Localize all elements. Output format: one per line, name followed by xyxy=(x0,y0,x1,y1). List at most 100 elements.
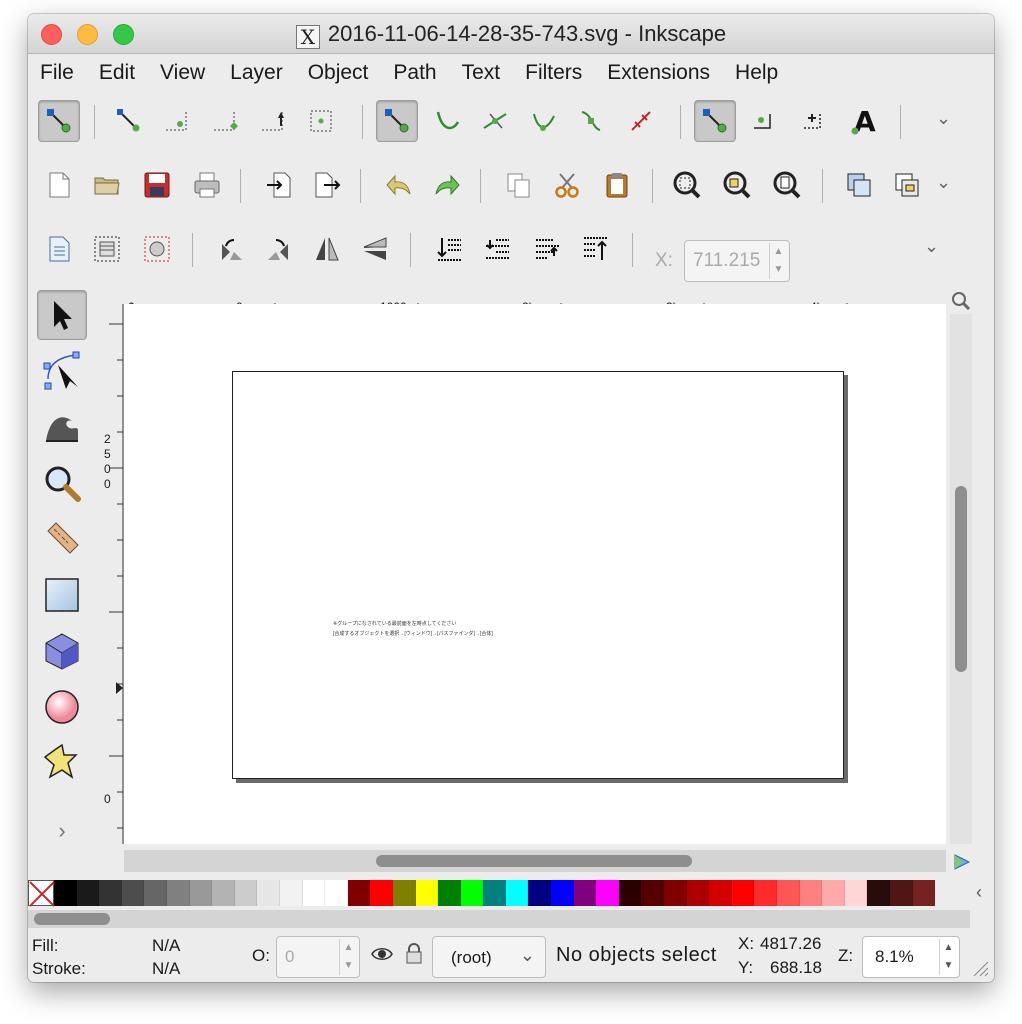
select-all-button[interactable] xyxy=(38,228,80,270)
color-swatch[interactable] xyxy=(166,880,190,906)
snap-others-button[interactable] xyxy=(694,100,736,142)
paste-button[interactable] xyxy=(596,164,638,206)
color-swatch[interactable] xyxy=(347,880,371,906)
color-swatch[interactable] xyxy=(54,880,77,906)
snap-smooth-nodes-button[interactable] xyxy=(570,100,612,142)
stroke-value[interactable]: N/A xyxy=(152,959,180,979)
snap-enable-button[interactable] xyxy=(38,100,80,142)
print-document-button[interactable] xyxy=(186,164,228,206)
color-swatch[interactable] xyxy=(618,880,642,906)
canvas-text-line[interactable]: ※グループになされている最前面を左時点してください xyxy=(333,620,456,627)
zoom-spinner[interactable]: ▲ ▼ xyxy=(939,939,957,975)
color-swatch[interactable] xyxy=(325,880,348,906)
canvas-text-line[interactable]: [合成するオブジェクトを選択→[ウィンドウ]→[パスファインダ]→[合体] xyxy=(333,630,493,637)
snap-bbox-corner-button[interactable] xyxy=(204,100,246,142)
color-swatch[interactable] xyxy=(709,880,732,906)
rotate-ccw-button[interactable] xyxy=(210,228,252,270)
color-swatch[interactable] xyxy=(189,880,213,906)
clone-button[interactable] xyxy=(886,164,928,206)
open-document-button[interactable] xyxy=(86,164,128,206)
select-all-layers-button[interactable] xyxy=(86,228,128,270)
horizontal-scrollbar[interactable] xyxy=(124,850,946,872)
color-swatch[interactable] xyxy=(867,880,890,906)
measure-tool[interactable] xyxy=(37,514,87,564)
color-swatch[interactable] xyxy=(76,880,100,906)
color-swatch[interactable] xyxy=(257,880,280,906)
selector-tool[interactable] xyxy=(37,290,87,340)
color-swatch[interactable] xyxy=(551,880,574,906)
rotate-cw-button[interactable] xyxy=(258,228,300,270)
spin-up-icon[interactable]: ▲ xyxy=(770,243,787,261)
fill-value[interactable]: N/A xyxy=(152,936,180,956)
undo-button[interactable] xyxy=(378,164,420,206)
color-swatch[interactable] xyxy=(370,880,393,906)
menu-path[interactable]: Path xyxy=(393,61,436,85)
color-swatch[interactable] xyxy=(912,880,936,906)
color-swatch[interactable] xyxy=(822,880,845,906)
no-paint-swatch[interactable] xyxy=(28,880,55,907)
opacity-input[interactable]: 0 ▲ ▼ xyxy=(276,936,360,978)
color-management-icon[interactable] xyxy=(952,852,972,872)
color-swatch[interactable] xyxy=(234,880,258,906)
snap-object-center-button[interactable] xyxy=(742,100,784,142)
color-swatch[interactable] xyxy=(302,880,326,906)
color-swatch[interactable] xyxy=(731,880,755,906)
menu-text[interactable]: Text xyxy=(462,61,501,85)
horizontal-scroll-thumb[interactable] xyxy=(376,855,692,867)
color-swatch[interactable] xyxy=(777,880,800,906)
menu-filters[interactable]: Filters xyxy=(525,61,582,85)
snap-cusp-nodes-button[interactable] xyxy=(522,100,564,142)
snap-bbox-button[interactable] xyxy=(108,100,150,142)
color-swatch[interactable] xyxy=(889,880,913,906)
tweak-tool[interactable] xyxy=(37,402,87,452)
lower-to-bottom-button[interactable] xyxy=(428,228,470,270)
snap-bbox-center-button[interactable] xyxy=(300,100,342,142)
color-swatch[interactable] xyxy=(754,880,777,906)
3d-box-tool[interactable] xyxy=(37,626,87,676)
lower-button[interactable] xyxy=(476,228,518,270)
zoom-drawing-button[interactable] xyxy=(716,164,758,206)
snap-intersections-button[interactable] xyxy=(474,100,516,142)
color-swatch[interactable] xyxy=(596,880,619,906)
color-swatch[interactable] xyxy=(573,880,597,906)
menu-file[interactable]: File xyxy=(40,61,74,85)
redo-button[interactable] xyxy=(426,164,468,206)
tool-controls-overflow-icon[interactable]: ⌄ xyxy=(924,236,939,257)
commands-toolbar-overflow-icon[interactable]: ⌄ xyxy=(936,172,951,193)
rectangle-tool[interactable] xyxy=(37,570,87,620)
color-swatch[interactable] xyxy=(686,880,710,906)
snap-nodes-button[interactable] xyxy=(376,100,418,142)
vertical-scroll-thumb[interactable] xyxy=(955,486,967,672)
new-document-button[interactable] xyxy=(38,164,80,206)
vertical-scrollbar[interactable] xyxy=(950,314,972,844)
color-swatch[interactable] xyxy=(279,880,303,906)
more-tools-button[interactable]: › xyxy=(37,816,87,846)
color-swatch[interactable] xyxy=(212,880,235,906)
menu-layer[interactable]: Layer xyxy=(230,61,283,85)
toggle-visibility-icon[interactable] xyxy=(370,942,394,971)
opacity-spinner[interactable]: ▲ ▼ xyxy=(339,939,357,975)
color-swatch[interactable] xyxy=(144,880,167,906)
snap-bbox-midpoint-button[interactable] xyxy=(252,100,294,142)
raise-button[interactable] xyxy=(526,228,568,270)
snap-bbox-edge-button[interactable] xyxy=(156,100,198,142)
menu-extensions[interactable]: Extensions xyxy=(607,61,710,85)
layer-selector[interactable]: (root) ⌄ xyxy=(432,936,546,978)
zoom-selection-button[interactable] xyxy=(666,164,708,206)
zoom-page-button[interactable] xyxy=(766,164,808,206)
x-coordinate-spinner[interactable]: ▲ ▼ xyxy=(769,243,787,279)
snap-rotation-center-button[interactable] xyxy=(792,100,834,142)
color-swatch[interactable] xyxy=(392,880,416,906)
color-swatch[interactable] xyxy=(483,880,506,906)
zoom-tool[interactable] xyxy=(37,458,87,508)
palette-scrollbar[interactable] xyxy=(28,910,970,928)
color-swatch[interactable] xyxy=(438,880,461,906)
color-swatch[interactable] xyxy=(799,880,823,906)
palette-scroll-thumb[interactable] xyxy=(34,913,110,925)
color-swatch[interactable] xyxy=(528,880,552,906)
zoom-input[interactable]: 8.1% ▲ ▼ xyxy=(862,936,960,978)
color-swatch[interactable] xyxy=(844,880,868,906)
color-swatch[interactable] xyxy=(641,880,665,906)
deselect-button[interactable] xyxy=(136,228,178,270)
color-swatch[interactable] xyxy=(505,880,529,906)
